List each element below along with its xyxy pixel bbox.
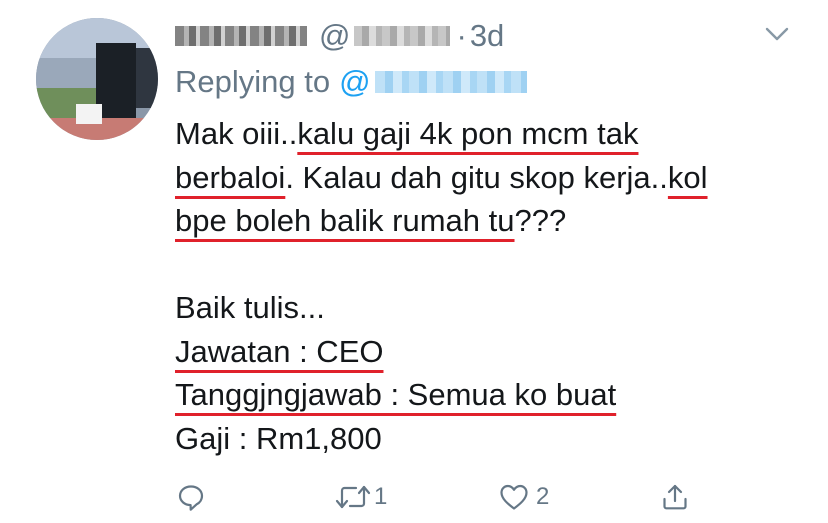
- tweet-text-segment: Gaji : Rm1,800: [175, 420, 382, 456]
- share-button[interactable]: [660, 478, 690, 516]
- like-icon: [498, 482, 530, 512]
- tweet-text-line: bpe boleh balik rumah tu???: [175, 199, 795, 243]
- replying-to: Replying to @: [175, 60, 527, 104]
- reply-button[interactable]: [176, 478, 212, 516]
- underlined-text: Tanggjngjawab : Semua ko buat: [175, 377, 617, 412]
- tweet-text: Mak oiii..kalu gaji 4k pon mcm tak berbal…: [175, 112, 795, 460]
- tweet-text-line: [175, 243, 795, 287]
- replying-label: Replying to: [175, 64, 331, 99]
- underlined-text: kalu gaji 4k pon mcm tak: [297, 116, 639, 151]
- tweet-text-segment: Mak oiii..: [175, 116, 298, 151]
- retweet-icon: [334, 482, 372, 512]
- redacted-handle[interactable]: [354, 26, 451, 46]
- chevron-down-icon[interactable]: [764, 24, 790, 44]
- tweet-text-line: Gaji : Rm1,800: [175, 417, 795, 461]
- timestamp[interactable]: 3d: [470, 18, 504, 54]
- tweet-actions: 1 2: [0, 478, 828, 516]
- like-button[interactable]: 2: [498, 478, 549, 516]
- redacted-replying-handle[interactable]: [374, 71, 527, 93]
- tweet-text-line: Mak oiii..kalu gaji 4k pon mcm tak: [175, 112, 795, 156]
- retweet-button[interactable]: 1: [334, 478, 387, 516]
- tweet-header: @ · 3d: [175, 14, 504, 58]
- avatar[interactable]: [36, 18, 158, 140]
- tweet-text-line: Jawatan : CEO: [175, 330, 795, 374]
- underlined-text: kol: [667, 159, 708, 195]
- handle-at: @: [319, 18, 351, 53]
- underlined-text: Jawatan : CEO: [175, 333, 384, 369]
- tweet-text-segment: . Kalau dah gitu skop kerja..: [285, 159, 668, 195]
- tweet-text-segment: ???: [514, 203, 567, 238]
- underlined-text: berbaloi: [175, 159, 286, 195]
- replying-handle-at[interactable]: @: [339, 64, 370, 100]
- tweet-text-segment: Baik tulis...: [175, 290, 325, 325]
- underlined-text: bpe boleh balik rumah tu: [175, 203, 515, 238]
- time-separator: ·: [456, 18, 467, 53]
- redacted-display-name[interactable]: [175, 26, 307, 46]
- like-count: 2: [536, 483, 550, 510]
- share-icon: [660, 482, 690, 512]
- tweet[interactable]: @ · 3d Replying to @ Mak oiii..kalu gaji…: [0, 0, 828, 523]
- tweet-text-line: berbaloi. Kalau dah gitu skop kerja..kol: [175, 156, 795, 200]
- reply-icon: [176, 482, 206, 512]
- retweet-count: 1: [374, 483, 388, 510]
- tweet-text-line: Baik tulis...: [175, 286, 795, 330]
- tweet-text-line: Tanggjngjawab : Semua ko buat: [175, 373, 795, 417]
